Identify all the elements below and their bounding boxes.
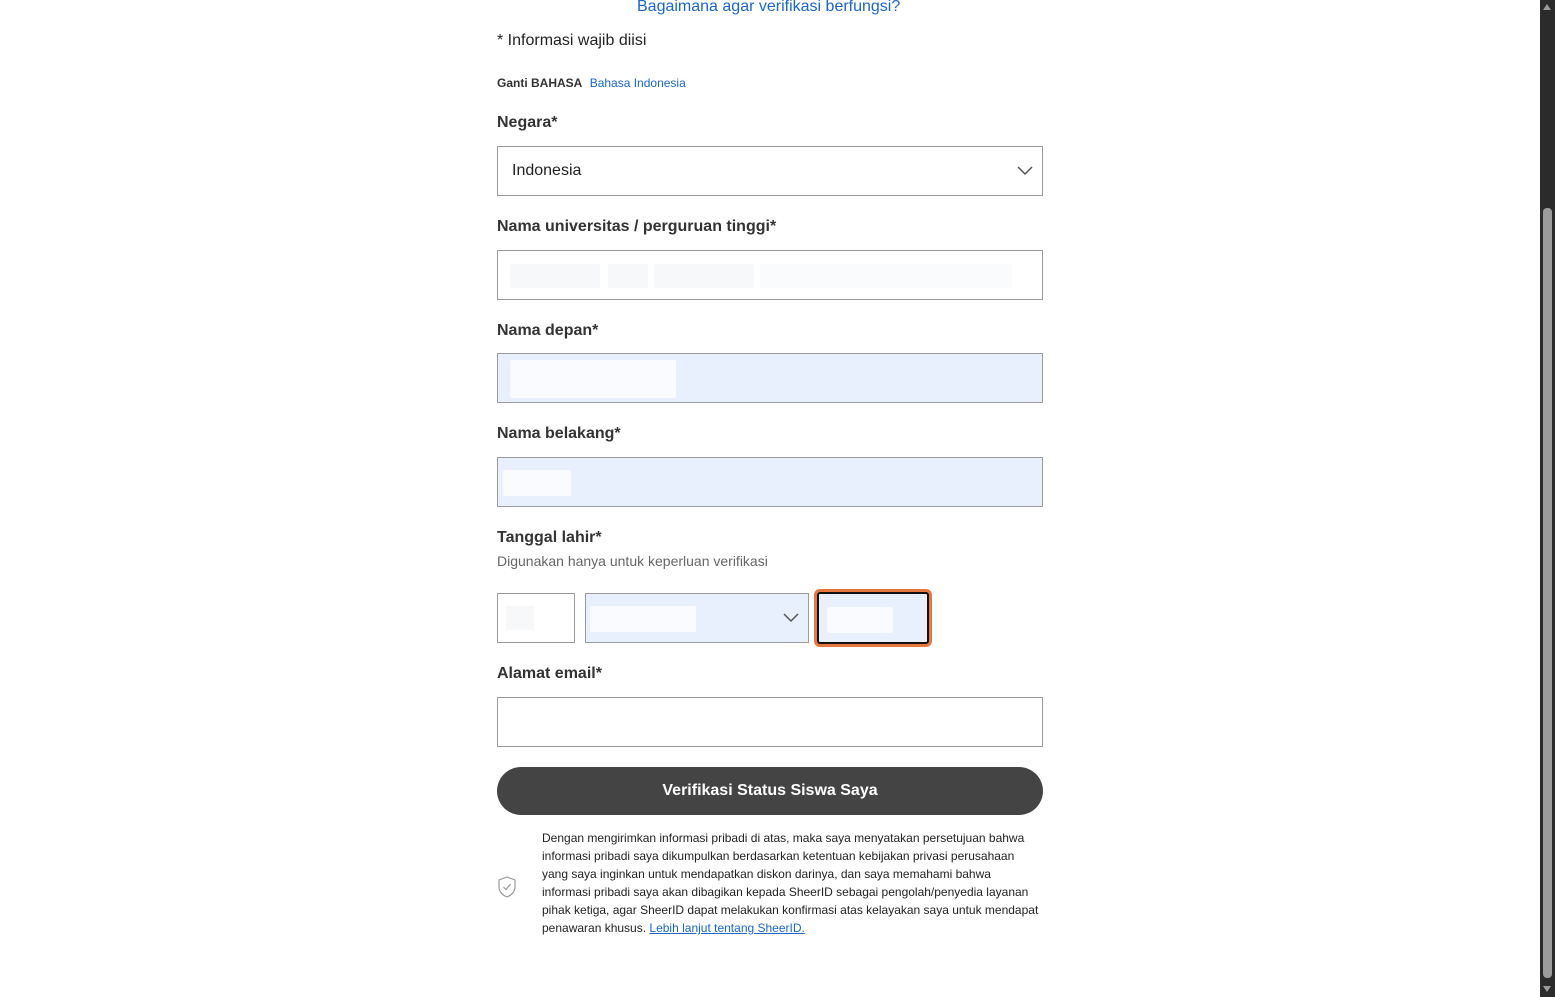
- redacted-value: [590, 606, 696, 632]
- country-selected-value: Indonesia: [512, 162, 582, 179]
- language-switcher: Ganti BAHASA Bahasa Indonesia: [497, 76, 686, 90]
- privacy-consent-text: Dengan mengirimkan informasi pribadi di …: [542, 829, 1042, 937]
- last-name-input[interactable]: [497, 457, 1043, 507]
- how-verification-works-link[interactable]: Bagaimana agar verifikasi berfungsi?: [637, 0, 900, 16]
- consent-body: Dengan mengirimkan informasi pribadi di …: [542, 831, 1039, 935]
- email-input[interactable]: [497, 697, 1043, 747]
- birth-date-label: Tanggal lahir*: [497, 529, 602, 546]
- page-scrollbar[interactable]: [1540, 0, 1555, 997]
- redacted-value: [506, 606, 534, 630]
- verify-student-status-button[interactable]: Verifikasi Status Siswa Saya: [497, 767, 1043, 815]
- chevron-down-icon: [783, 613, 799, 623]
- redacted-value: [510, 264, 600, 288]
- language-label: Ganti BAHASA: [497, 76, 583, 90]
- shield-check-icon: [498, 876, 516, 898]
- first-name-input[interactable]: [497, 353, 1043, 403]
- country-select[interactable]: Indonesia: [497, 146, 1043, 196]
- required-info-note: * Informasi wajib diisi: [497, 32, 647, 49]
- sheerid-learn-more-link[interactable]: Lebih lanjut tentang SheerID.: [649, 921, 804, 935]
- language-link[interactable]: Bahasa Indonesia: [590, 76, 686, 90]
- redacted-value: [503, 470, 571, 496]
- redacted-value: [510, 360, 676, 398]
- chevron-down-icon: [1017, 166, 1033, 176]
- birth-year-input[interactable]: [817, 592, 929, 644]
- birth-date-help: Digunakan hanya untuk keperluan verifika…: [497, 553, 768, 569]
- country-label: Negara*: [497, 114, 558, 131]
- email-label: Alamat email*: [497, 665, 602, 682]
- redacted-value: [827, 607, 893, 633]
- first-name-label: Nama depan*: [497, 322, 599, 339]
- birth-month-select[interactable]: [585, 593, 809, 643]
- university-input[interactable]: [497, 250, 1043, 300]
- redacted-value: [760, 264, 1012, 288]
- birth-day-input[interactable]: [497, 593, 575, 643]
- scrollbar-thumb[interactable]: [1543, 208, 1552, 978]
- last-name-label: Nama belakang*: [497, 425, 621, 442]
- scroll-up-arrow-icon[interactable]: [1543, 4, 1551, 10]
- redacted-value: [654, 264, 754, 288]
- university-label: Nama universitas / perguruan tinggi*: [497, 218, 777, 235]
- scroll-down-arrow-icon[interactable]: [1543, 986, 1551, 992]
- redacted-value: [608, 264, 648, 288]
